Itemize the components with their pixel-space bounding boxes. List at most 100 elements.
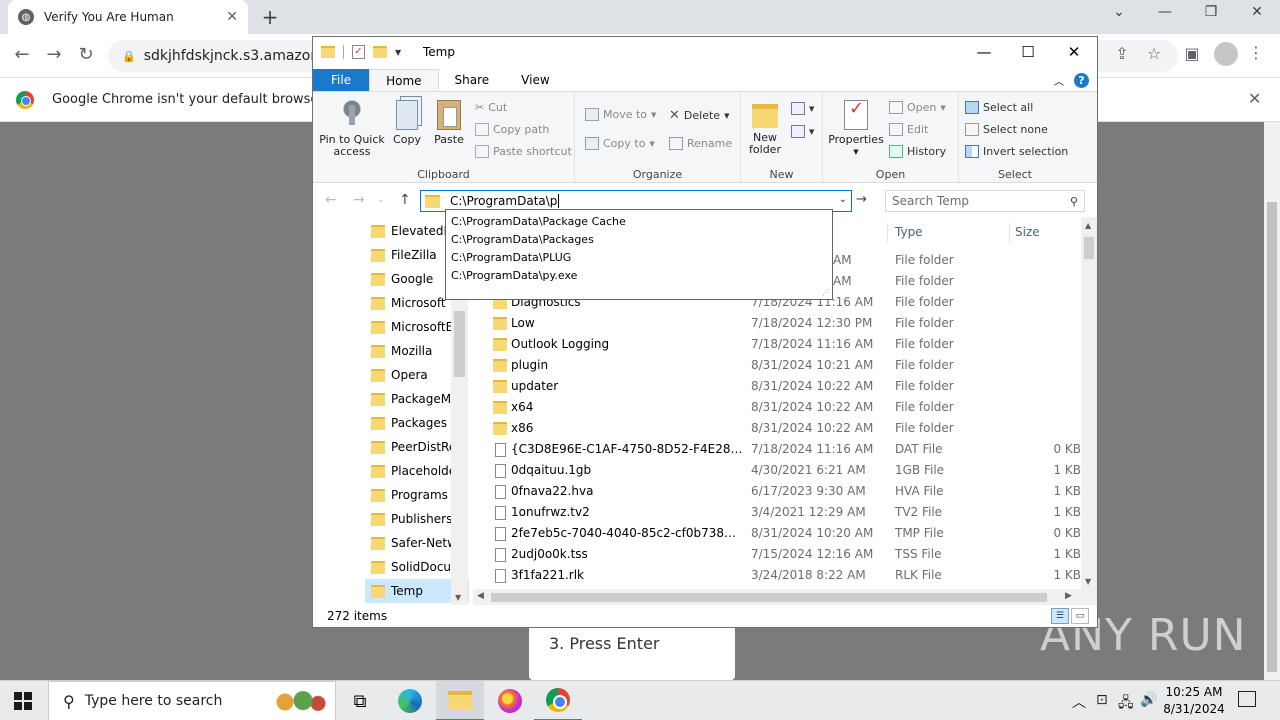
tab-share[interactable]: Share [439, 69, 506, 91]
explorer-forward-button[interactable]: → [353, 192, 365, 208]
new-folder-button[interactable]: New folder [745, 100, 785, 156]
new-folder-icon[interactable] [373, 46, 387, 58]
pin-to-quick-access-button[interactable]: Pin to Quick access [319, 100, 385, 158]
file-row[interactable]: 1onufrwz.tv2 3/4/2021 12:29 AM TV2 File 1 K… [473, 502, 1081, 523]
autocomplete-item[interactable]: C:\ProgramData\Package Cache [446, 213, 832, 231]
open-button[interactable]: Open ▼ [889, 101, 946, 114]
explorer-taskbar-icon[interactable] [436, 681, 484, 720]
up-folder-button[interactable]: ↑ [399, 192, 411, 208]
select-none-button[interactable]: Select none [965, 123, 1048, 136]
select-all-button[interactable]: Select all [965, 101, 1033, 114]
paste-button[interactable]: Paste [431, 100, 467, 146]
chrome-taskbar-icon[interactable] [534, 681, 582, 720]
properties-button[interactable]: Properties ▼ [827, 100, 885, 158]
minimize-browser-button[interactable]: — [1142, 4, 1188, 20]
column-header-type[interactable]: Type [895, 225, 923, 239]
autocomplete-item[interactable]: C:\ProgramData\Packages [446, 231, 832, 249]
explorer-back-button[interactable]: ← [325, 192, 337, 208]
move-to-button[interactable]: Move to ▼ [585, 108, 656, 121]
autocomplete-item[interactable]: C:\ProgramData\PLUG [446, 249, 832, 267]
tab-search-icon[interactable]: ⌄ [1096, 4, 1142, 20]
invert-selection-button[interactable]: Invert selection [965, 145, 1068, 158]
page-scroll-thumb[interactable] [1267, 202, 1277, 672]
close-browser-button[interactable]: ✕ [1234, 4, 1280, 20]
page-scrollbar[interactable] [1264, 122, 1280, 680]
go-arrow-button[interactable]: → [856, 192, 867, 207]
lock-icon[interactable]: 🔒 [122, 50, 136, 63]
file-row[interactable]: 0dqaituu.1gb 4/30/2021 6:21 AM 1GB File 1 K… [473, 460, 1081, 481]
scroll-up-icon[interactable]: ▲ [1085, 221, 1091, 230]
bookmark-star-icon[interactable]: ☆ [1142, 44, 1166, 63]
task-view-icon[interactable]: ⧉ [336, 681, 384, 720]
forward-button[interactable]: → [42, 44, 66, 65]
autocomplete-item[interactable]: C:\ProgramData\py.exe [446, 267, 832, 285]
column-separator[interactable] [887, 223, 888, 243]
taskbar-search-input[interactable]: ⚲ Type here to search [48, 681, 336, 720]
nav-scroll-down-icon[interactable]: ▼ [455, 593, 461, 602]
close-explorer-button[interactable]: ✕ [1051, 43, 1097, 61]
edge-taskbar-icon[interactable] [386, 681, 434, 720]
reload-button[interactable]: ↻ [74, 44, 98, 65]
copy-button[interactable]: Copy [389, 100, 425, 146]
history-button[interactable]: History [889, 145, 946, 158]
back-button[interactable]: ← [10, 44, 34, 65]
new-item-button[interactable]: ▼ [791, 102, 814, 115]
file-row[interactable]: x86 8/31/2024 10:22 AM File folder [473, 418, 1081, 439]
maximize-explorer-button[interactable]: ☐ [1005, 43, 1051, 61]
notification-icon[interactable] [1238, 691, 1256, 707]
delete-button[interactable]: ✕ Delete ▼ [669, 108, 729, 123]
cut-button[interactable]: ✂ Cut [475, 101, 507, 114]
restore-browser-button[interactable]: ❐ [1188, 4, 1234, 20]
recent-locations-icon[interactable]: ⌄ [377, 195, 385, 205]
file-row[interactable]: 2udj0o0k.tss 7/15/2024 12:16 AM TSS File 1 … [473, 544, 1081, 565]
resize-grip-icon[interactable]: ⋰ [822, 288, 830, 297]
minimize-explorer-button[interactable]: — [961, 43, 1007, 61]
tray-chevron-icon[interactable]: ︿ [1072, 692, 1086, 712]
copy-path-button[interactable]: Copy path [475, 123, 549, 136]
profile-avatar[interactable] [1214, 42, 1238, 66]
side-panel-icon[interactable]: ▣ [1180, 44, 1204, 63]
tab-view[interactable]: View [505, 69, 565, 91]
network-icon[interactable]: 🖧 [1118, 692, 1134, 716]
large-icons-view-icon[interactable]: ▭ [1071, 608, 1089, 624]
copy-to-button[interactable]: Copy to ▼ [585, 137, 655, 150]
tab-home[interactable]: Home [369, 69, 439, 91]
scroll-down-icon[interactable]: ▼ [1085, 577, 1091, 586]
address-dropdown-icon[interactable]: ⌄ [839, 194, 847, 205]
scroll-right-icon[interactable]: ▶ [1065, 591, 1072, 601]
close-tab-icon[interactable]: ✕ [226, 9, 238, 25]
nav-scroll-thumb[interactable] [454, 311, 465, 377]
details-view-icon[interactable]: ☰ [1051, 608, 1069, 624]
system-clock[interactable]: 10:25 AM 8/31/2024 [1160, 684, 1228, 718]
properties-check-icon[interactable]: ✓ [352, 45, 365, 59]
tab-file[interactable]: File [313, 69, 370, 91]
close-infobar-icon[interactable]: ✕ [1248, 89, 1261, 108]
file-row[interactable]: Outlook Logging 7/18/2024 11:16 AM File fo… [473, 334, 1081, 355]
new-tab-button[interactable]: + [258, 5, 282, 29]
file-row[interactable]: 3f1fa221.rlk 3/24/2018 8:22 AM RLK File 1 K… [473, 565, 1081, 586]
share-icon[interactable]: ⇪ [1110, 44, 1134, 63]
file-row[interactable]: plugin 8/31/2024 10:21 AM File folder [473, 355, 1081, 376]
hscroll-thumb[interactable] [491, 593, 1047, 602]
column-header-size[interactable]: Size [1015, 225, 1040, 239]
edit-button[interactable]: Edit [889, 123, 928, 136]
file-list-hscrollbar[interactable]: ◀ ▶ [473, 589, 1081, 605]
windows-start-icon[interactable] [14, 692, 32, 710]
paste-shortcut-button[interactable]: Paste shortcut [475, 145, 572, 158]
help-icon[interactable]: ? [1074, 73, 1089, 88]
file-row[interactable]: updater 8/31/2024 10:22 AM File folder [473, 376, 1081, 397]
file-row[interactable]: {C3D8E96E-C1AF-4750-8D52-F4E28119C1... 7/… [473, 439, 1081, 460]
file-row[interactable]: Low 7/18/2024 12:30 PM File folder [473, 313, 1081, 334]
rename-button[interactable]: Rename [669, 137, 732, 150]
file-scroll-thumb[interactable] [1084, 237, 1094, 259]
file-list-scrollbar[interactable]: ▲ ▼ [1081, 217, 1097, 605]
network-device-icon[interactable]: ⊡ [1096, 692, 1108, 708]
volume-icon[interactable]: 🔊 [1140, 692, 1157, 708]
column-separator[interactable] [1009, 223, 1010, 243]
explorer-search-input[interactable]: Search Temp ⚲ [885, 190, 1085, 212]
browser-tab[interactable]: ◍ Verify You Are Human ✕ [8, 0, 248, 34]
collapse-ribbon-icon[interactable]: ︿ [1054, 73, 1064, 88]
easy-access-button[interactable]: ▼ [791, 125, 814, 138]
file-row[interactable]: x64 8/31/2024 10:22 AM File folder [473, 397, 1081, 418]
menu-kebab-icon[interactable]: ⋮ [1248, 43, 1264, 62]
